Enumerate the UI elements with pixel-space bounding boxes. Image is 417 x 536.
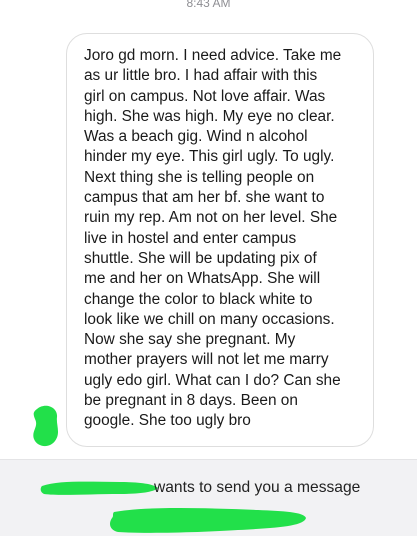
message-text: Joro gd morn. I need advice. Take me as … bbox=[84, 47, 342, 430]
request-message-text: wants to send you a message bbox=[154, 479, 361, 496]
message-request-screen: 8:43 AM Joro gd morn. I need advice. Tak… bbox=[0, 0, 417, 536]
message-timestamp: 8:43 AM bbox=[186, 0, 231, 10]
redacted-username-scribble bbox=[40, 481, 158, 495]
message-request-footer: we wants to send you a message bbox=[0, 459, 417, 536]
footer-divider bbox=[0, 459, 417, 460]
request-subtext: we bbox=[206, 508, 223, 523]
redacted-avatar-scribble bbox=[33, 405, 59, 447]
message-bubble[interactable]: Joro gd morn. I need advice. Take me as … bbox=[66, 33, 374, 447]
